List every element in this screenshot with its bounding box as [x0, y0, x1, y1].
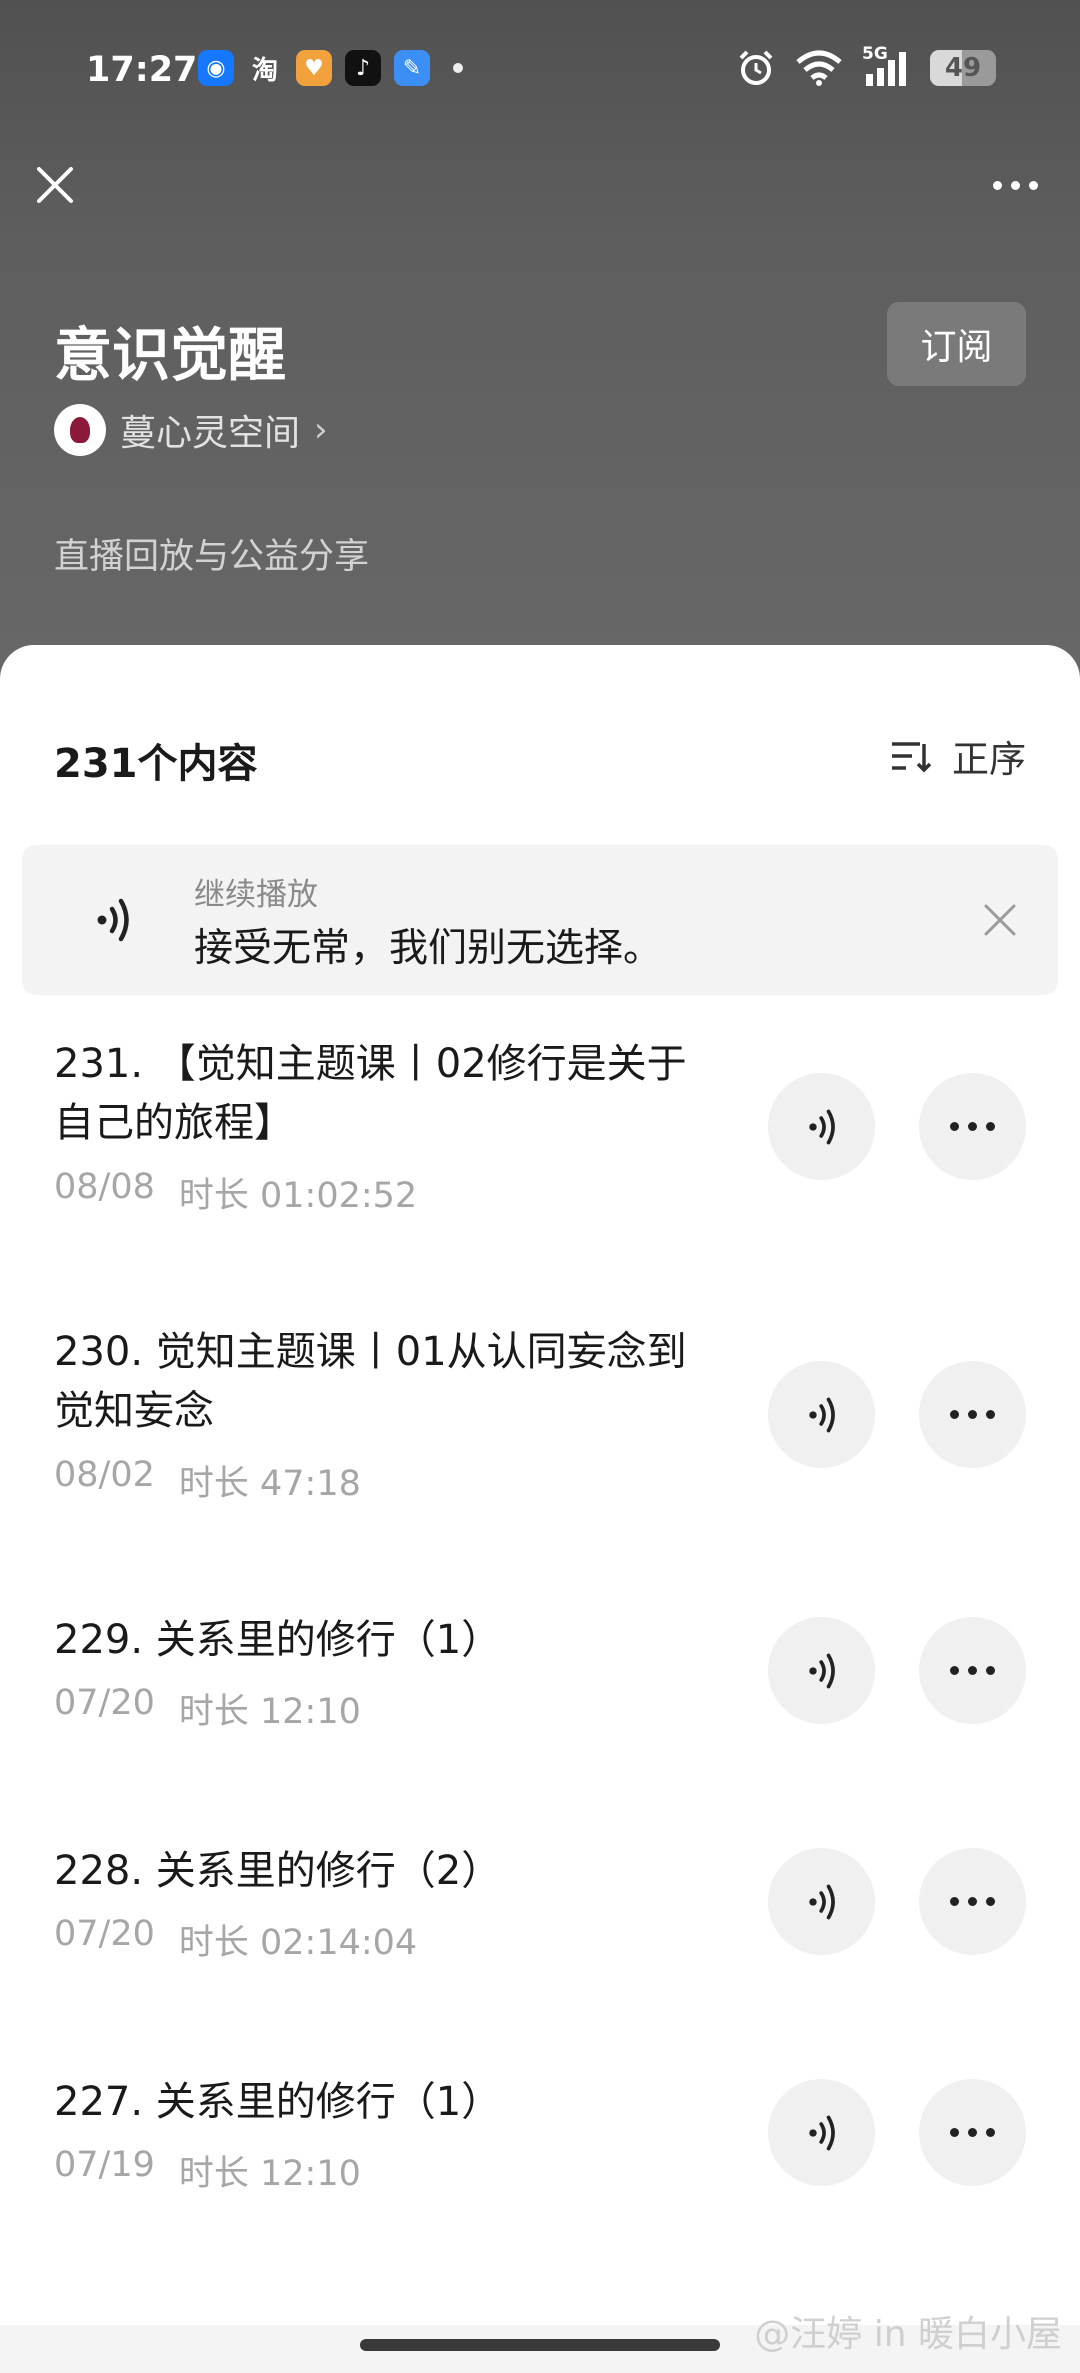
more-icon	[950, 1122, 995, 1131]
more-options-button[interactable]	[919, 1073, 1026, 1180]
chevron-right-icon: ›	[314, 410, 328, 450]
more-icon	[950, 1410, 995, 1419]
episode-duration: 时长 01:02:52	[178, 1176, 418, 1216]
continue-playing-label: 继续播放	[194, 877, 318, 913]
status-bar: 17:27 ◉ 淘 ♥ ♪ ✎ 5G 49	[0, 40, 1080, 102]
wifi-icon	[796, 50, 842, 86]
home-indicator[interactable]	[360, 2339, 720, 2351]
status-indicators: 5G 49	[736, 44, 996, 88]
sort-button[interactable]: 正序	[890, 729, 1026, 783]
continue-playing-title: 接受无常，我们别无选择。	[194, 926, 663, 971]
album-title: 意识觉醒	[54, 321, 287, 389]
play-button[interactable]	[768, 2079, 875, 2186]
app-orange-icon: ♥	[296, 50, 332, 86]
more-icon	[950, 1897, 995, 1906]
episode-date: 07/20	[54, 1683, 155, 1723]
sort-order-icon	[892, 742, 932, 773]
watermark: @汪婷 in 暖白小屋	[754, 2314, 1062, 2355]
network-type: 5G	[862, 44, 888, 64]
battery-icon: 49	[930, 50, 996, 86]
episode-date: 08/08	[54, 1167, 155, 1207]
taobao-icon: 淘	[251, 55, 278, 86]
episode-duration: 时长 47:18	[178, 1464, 361, 1504]
episode-date: 07/19	[54, 2145, 155, 2185]
episode-title: 231. 【觉知主题课丨02修行是关于自己的旅程】	[54, 1041, 687, 1146]
episode-title: 229. 关系里的修行（1）	[54, 1617, 502, 1663]
album-header: 17:27 ◉ 淘 ♥ ♪ ✎ 5G 49 意识觉醒 订阅 蔓心灵空间 › 直播…	[0, 0, 1080, 700]
sound-waves-icon	[808, 1109, 835, 1144]
episode-duration: 时长 12:10	[178, 2154, 361, 2194]
episode-duration: 时长 12:10	[178, 1692, 361, 1732]
author-link[interactable]: 蔓心灵空间 ›	[54, 404, 328, 456]
more-options-button[interactable]	[919, 1848, 1026, 1955]
sound-waves-icon	[808, 1884, 835, 1919]
close-icon[interactable]	[980, 900, 1020, 940]
more-options-button[interactable]	[919, 1617, 1026, 1724]
tiktok-icon: ♪	[345, 50, 381, 86]
sound-waves-icon	[808, 1653, 835, 1688]
author-name: 蔓心灵空间	[120, 413, 301, 454]
episode-title: 227. 关系里的修行（1）	[54, 2079, 502, 2125]
episode-duration: 时长 02:14:04	[178, 1923, 418, 1963]
sort-label: 正序	[952, 738, 1026, 781]
cellular-signal-icon: 5G	[862, 44, 912, 88]
play-button[interactable]	[768, 1848, 875, 1955]
subscribe-button[interactable]: 订阅	[887, 302, 1026, 386]
episode-title: 230. 觉知主题课丨01从认同妄念到觉知妄念	[54, 1329, 687, 1434]
close-icon[interactable]	[30, 160, 80, 210]
sound-waves-icon	[808, 2115, 835, 2150]
sound-waves-icon	[808, 1397, 835, 1432]
album-description: 直播回放与公益分享	[54, 537, 370, 577]
play-button[interactable]	[768, 1617, 875, 1724]
more-icon	[950, 2128, 995, 2137]
play-button[interactable]	[768, 1073, 875, 1180]
episode-title: 228. 关系里的修行（2）	[54, 1848, 502, 1894]
status-app-icons: ◉ 淘 ♥ ♪ ✎	[198, 50, 463, 86]
avatar	[54, 404, 106, 456]
episode-date: 08/02	[54, 1455, 155, 1495]
sound-waves-icon	[97, 898, 129, 942]
more-options-button[interactable]	[919, 1361, 1026, 1468]
status-time: 17:27	[86, 50, 198, 90]
content-count: 231个内容	[54, 741, 258, 787]
more-options-button[interactable]	[919, 2079, 1026, 2186]
episode-date: 07/20	[54, 1914, 155, 1954]
app-blue-circle-icon: ◉	[198, 50, 234, 86]
more-options-icon[interactable]	[980, 160, 1050, 210]
app-feather-icon: ✎	[394, 50, 430, 86]
battery-level: 49	[944, 53, 982, 83]
continue-playing-card[interactable]: 继续播放 接受无常，我们别无选择。	[22, 845, 1058, 995]
more-icon	[950, 1666, 995, 1675]
episode-list-sheet: 231个内容 正序 继续播放 接受无常，我们别无选择。 231. 【觉知主题课丨…	[0, 645, 1080, 2373]
alarm-icon	[739, 50, 773, 85]
play-button[interactable]	[768, 1361, 875, 1468]
notification-dot-icon	[453, 63, 463, 73]
